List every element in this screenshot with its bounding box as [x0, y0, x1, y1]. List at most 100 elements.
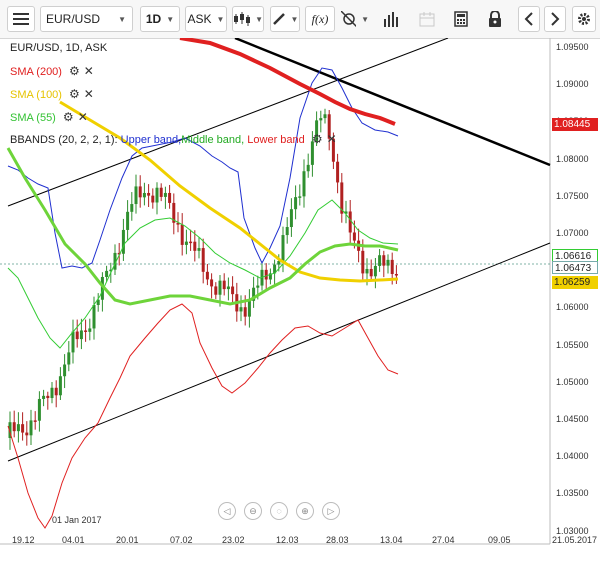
- close-icon[interactable]: ✕: [84, 64, 94, 78]
- function-icon: f(x): [311, 11, 329, 26]
- close-icon[interactable]: ✕: [84, 87, 94, 101]
- candle-body: [54, 387, 58, 396]
- candle-body: [75, 331, 79, 340]
- candle-body: [201, 248, 205, 272]
- price-side-label: ASK: [187, 12, 212, 26]
- legend-sma-200-label: SMA (200): [10, 66, 62, 78]
- zoom-in-button[interactable]: ⊕: [296, 502, 314, 520]
- legend-sma-100-label: SMA (100): [10, 89, 62, 101]
- candle-body: [151, 195, 155, 203]
- candle-body: [319, 118, 323, 121]
- candle-body: [163, 192, 167, 197]
- candle-body: [352, 232, 356, 241]
- candle-body: [189, 241, 193, 244]
- candle-body: [378, 255, 382, 266]
- candle-body: [121, 229, 125, 254]
- calendar-button[interactable]: [414, 6, 440, 32]
- legend-bbands-middle: Middle band,: [181, 134, 245, 146]
- candle-body: [155, 187, 159, 203]
- zoom-out-button[interactable]: ⊖: [244, 502, 262, 520]
- close-icon[interactable]: ✕: [78, 110, 88, 124]
- indicators-button[interactable]: f(x): [305, 6, 335, 32]
- gear-icon[interactable]: ⚙: [69, 64, 80, 78]
- chart-toolbar: EUR/USD ▼ 1D ▼ ASK ▼ ▼ ▼ f(x) ▼: [0, 0, 600, 39]
- close-icon[interactable]: ✕: [327, 132, 337, 146]
- time-axis-label: 04.01: [62, 535, 85, 545]
- chevron-down-icon: ▼: [216, 14, 225, 24]
- candle-body: [298, 196, 302, 198]
- time-axis-label: 28.03: [326, 535, 349, 545]
- scroll-forward-button[interactable]: [544, 6, 566, 32]
- price-side-selector[interactable]: ASK ▼: [185, 6, 227, 32]
- reset-view-button[interactable]: ◌: [270, 502, 288, 520]
- chevron-down-icon: ▼: [118, 14, 126, 24]
- candle-body: [302, 171, 306, 197]
- candle-body: [243, 307, 247, 317]
- candle-body: [264, 269, 268, 280]
- chart-type-button[interactable]: ▼: [232, 6, 264, 32]
- candle-body: [294, 197, 298, 210]
- symbol-selector[interactable]: EUR/USD ▼: [40, 6, 133, 32]
- price-axis-label: 1.05500: [556, 339, 589, 350]
- candle-body: [210, 279, 214, 287]
- triangle-left-icon: ◁: [223, 505, 231, 516]
- price-chart[interactable]: [0, 38, 600, 582]
- price-axis-label: 1.08000: [556, 153, 589, 164]
- lock-button[interactable]: [482, 6, 508, 32]
- price-axis-label: 1.07500: [556, 190, 589, 201]
- candle-body: [138, 186, 142, 198]
- candle-body: [394, 274, 398, 276]
- scroll-left-button[interactable]: ◁: [218, 502, 236, 520]
- date-marker: 01 Jan 2017: [52, 515, 102, 525]
- candle-body: [369, 268, 373, 277]
- chevron-down-icon: ▼: [255, 14, 263, 24]
- candle-body: [168, 192, 172, 203]
- zoom-in-icon: ⊕: [301, 505, 309, 516]
- legend-sma-55: SMA (55) ⚙ ✕: [10, 110, 88, 124]
- time-axis-label: 27.04: [432, 535, 455, 545]
- scroll-right-button[interactable]: ▷: [322, 502, 340, 520]
- candle-body: [63, 364, 67, 377]
- gear-icon[interactable]: ⚙: [63, 110, 74, 124]
- candle-body: [382, 255, 386, 266]
- gear-icon: [578, 13, 590, 25]
- lower-channel-line[interactable]: [7, 242, 551, 462]
- sma-200-line: [179, 38, 396, 126]
- draw-tool-button[interactable]: ▼: [270, 6, 300, 32]
- settings-button[interactable]: [572, 6, 596, 32]
- candle-body: [231, 286, 235, 295]
- scroll-back-button[interactable]: [518, 6, 540, 32]
- legend-bbands-upper: Upper band,: [120, 134, 182, 146]
- candle-body: [214, 286, 218, 295]
- candle-body: [71, 331, 75, 353]
- time-axis-label: 13.04: [380, 535, 403, 545]
- volume-button[interactable]: [378, 6, 404, 32]
- candle-body: [37, 398, 41, 421]
- lock-icon: [489, 11, 501, 27]
- chevron-down-icon: ▼: [361, 14, 369, 24]
- timeframe-selector[interactable]: 1D ▼: [140, 6, 180, 32]
- legend-bbands-lower: Lower band: [247, 134, 305, 146]
- candle-body: [42, 395, 46, 399]
- crosshair-button[interactable]: ▼: [340, 6, 370, 32]
- candle-body: [88, 328, 92, 332]
- candle-body: [105, 270, 109, 277]
- candle-body: [12, 422, 16, 432]
- candle-body: [289, 209, 293, 228]
- gear-icon[interactable]: ⚙: [312, 132, 323, 146]
- sma-200-price-tag: 1.08445: [552, 118, 598, 131]
- candle-body: [205, 271, 209, 280]
- gear-icon[interactable]: ⚙: [69, 87, 80, 101]
- candle-body: [50, 387, 54, 399]
- price-axis-label: 1.04500: [556, 414, 589, 424]
- candle-body: [147, 192, 151, 196]
- legend-sma-55-label: SMA (55): [10, 112, 56, 124]
- pencil-icon: [272, 13, 285, 25]
- candle-body: [306, 164, 310, 172]
- menu-button[interactable]: [7, 6, 35, 32]
- calculator-button[interactable]: [448, 6, 474, 32]
- chevron-right-icon: [551, 12, 560, 26]
- chevron-down-icon: ▼: [166, 14, 175, 24]
- sma-100-line: [59, 100, 399, 283]
- candle-body: [365, 268, 369, 274]
